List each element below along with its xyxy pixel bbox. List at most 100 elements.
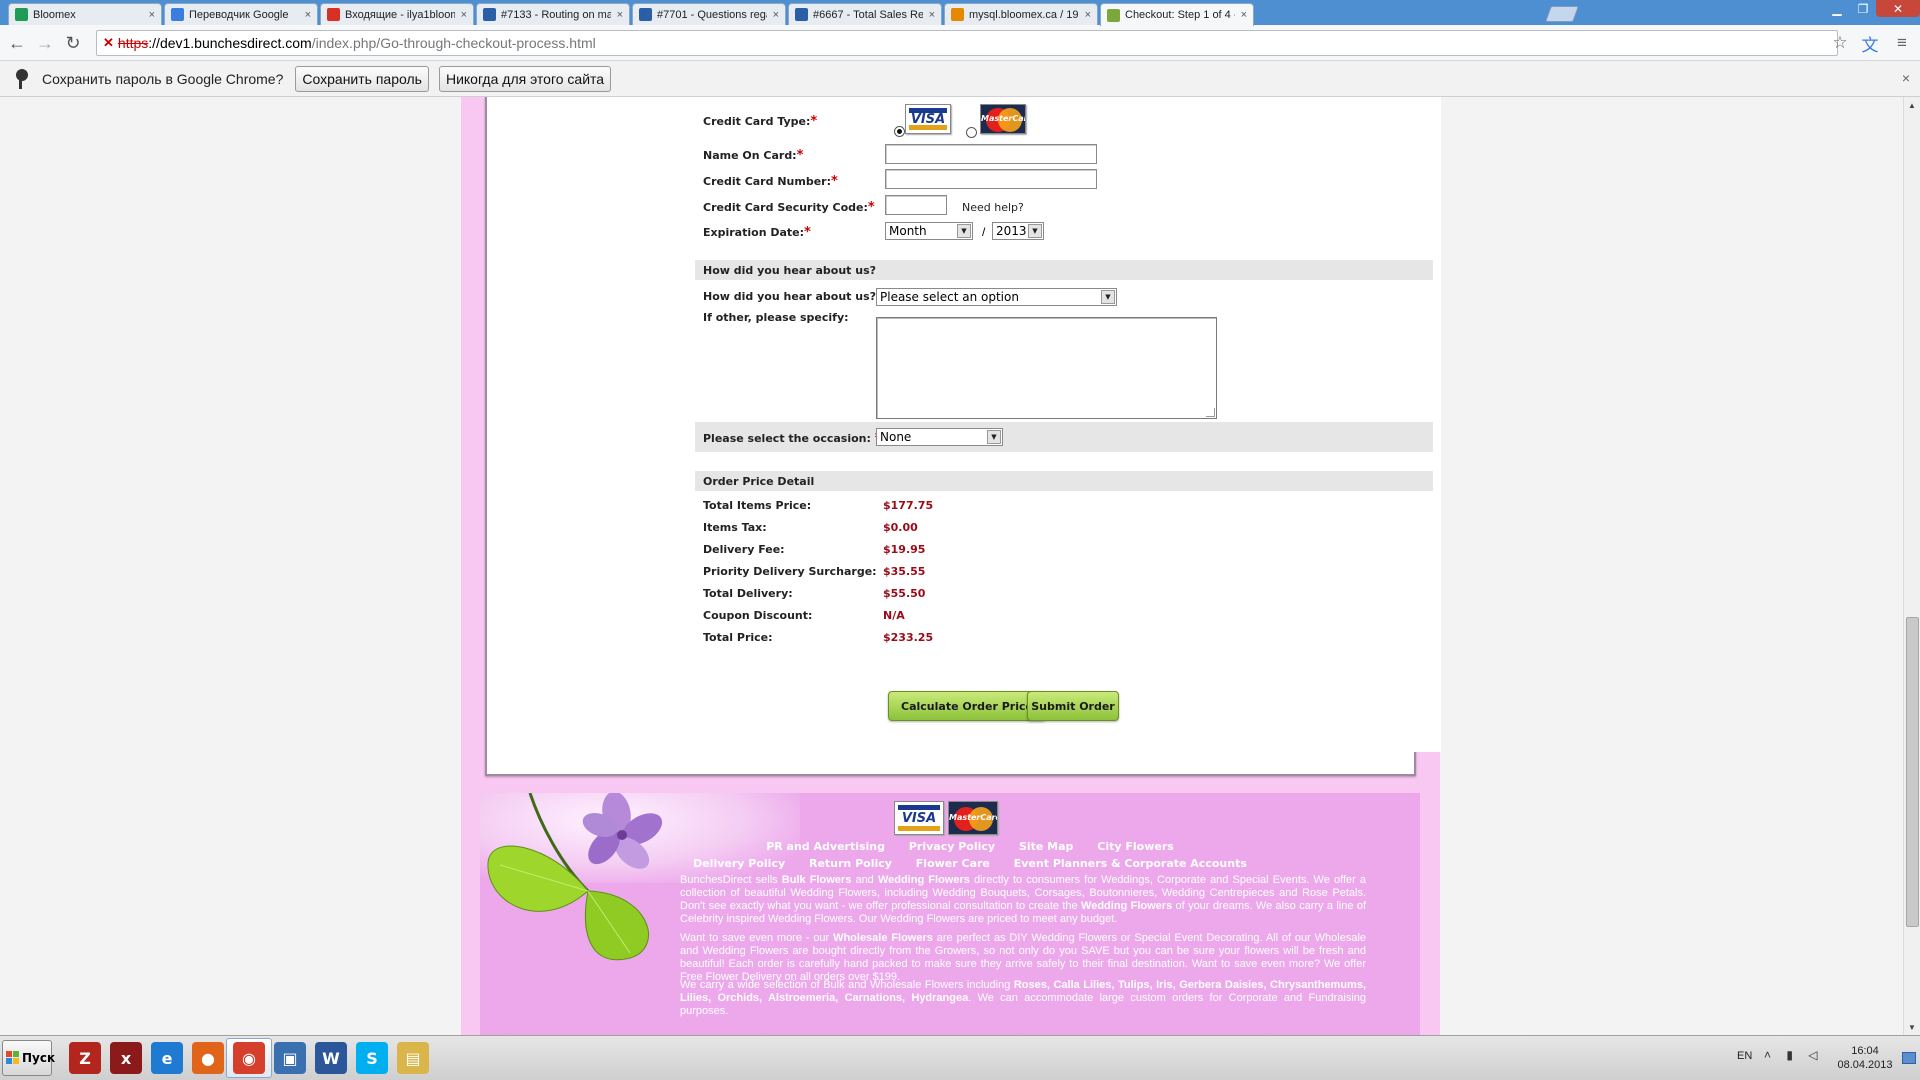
vertical-scrollbar[interactable]: ▲ ▼ (1903, 97, 1920, 1035)
url-path: /index.php/Go-through-checkout-process.h… (311, 35, 596, 51)
translate-icon[interactable]: 文 (1860, 33, 1880, 55)
price-value-total-delivery: $55.50 (883, 587, 926, 600)
hear-question-label: How did you hear about us?: (703, 290, 881, 303)
new-tab-button[interactable] (1545, 6, 1579, 22)
taskbar-app[interactable]: ▣ (267, 1038, 313, 1078)
tab-close-icon[interactable]: × (1085, 9, 1091, 21)
submit-order-button[interactable]: Submit Order (1027, 691, 1119, 721)
taskbar-app[interactable]: ◉ (226, 1038, 272, 1078)
expiration-year-select[interactable]: 2013 ▼ (992, 222, 1044, 240)
footer-link-delivery-policy[interactable]: Delivery Policy (693, 857, 785, 870)
tab-close-icon[interactable]: × (773, 9, 779, 21)
skype-icon: S (356, 1042, 388, 1074)
mastercard-radio[interactable] (966, 127, 977, 138)
tab-close-icon[interactable]: × (149, 9, 155, 21)
price-value-items: $177.75 (883, 499, 934, 512)
card-number-label: Credit Card Number:* (703, 174, 838, 189)
footer-link-return-policy[interactable]: Return Policy (809, 857, 892, 870)
show-desktop-button[interactable] (1902, 1052, 1916, 1064)
footer-link-sitemap[interactable]: Site Map (1019, 840, 1073, 853)
infobar-message: Сохранить пароль в Google Chrome? (42, 70, 284, 87)
phpmyadmin-icon (951, 8, 964, 21)
language-indicator[interactable]: EN (1737, 1050, 1752, 1062)
chevron-down-icon: ▼ (957, 224, 971, 238)
virtualbox-icon: ▣ (274, 1042, 306, 1074)
scroll-up-icon[interactable]: ▲ (1904, 97, 1920, 113)
clock[interactable]: 16:04 08.04.2013 (1820, 1044, 1910, 1072)
url-separator: :// (148, 35, 160, 51)
visa-radio[interactable] (894, 126, 905, 137)
filezilla-icon: Z (69, 1042, 101, 1074)
taskbar-app[interactable]: S (349, 1038, 395, 1078)
tab-title: Bloomex (33, 8, 76, 21)
tab-title: Входящие - ilya1bloomex@gmail (345, 8, 455, 21)
tray-icons[interactable]: ˄ ▮ ◁ (1764, 1048, 1824, 1062)
checkout-panel: Credit Card Type:* VISA MasterCard Name … (485, 97, 1441, 776)
taskbar-app[interactable]: Z (62, 1038, 108, 1078)
price-value-tax: $0.00 (883, 521, 918, 534)
footer-link-pr[interactable]: PR and Advertising (766, 840, 885, 853)
browser-tab[interactable]: #7701 - Questions regarding × (632, 3, 786, 25)
taskbar-app[interactable]: x (103, 1038, 149, 1078)
name-on-card-input[interactable] (885, 144, 1097, 164)
tab-close-icon[interactable]: × (617, 9, 623, 21)
address-bar[interactable]: ✕ https://dev1.bunchesdirect.com/index.p… (96, 30, 1838, 56)
name-on-card-label: Name On Card:* (703, 148, 804, 163)
need-help-link[interactable]: Need help? (962, 201, 1024, 214)
maximize-button[interactable]: ❐ (1850, 0, 1876, 17)
footer-link-flower-care[interactable]: Flower Care (916, 857, 990, 870)
page-viewport: Credit Card Type:* VISA MasterCard Name … (0, 97, 1903, 1035)
tab-title: Переводчик Google (189, 8, 289, 21)
expiration-month-select[interactable]: Month ▼ (885, 222, 973, 240)
browser-tab[interactable]: Переводчик Google × (164, 3, 318, 25)
tab-strip: Bloomex × Переводчик Google × Входящие - ily… (0, 0, 1920, 26)
tab-close-icon[interactable]: × (929, 9, 935, 21)
taskbar-app[interactable]: ● (185, 1038, 231, 1078)
card-number-input[interactable] (885, 169, 1097, 189)
visa-card-icon: VISA (894, 801, 944, 835)
browser-tab[interactable]: #6667 - Total Sales Report (× (788, 3, 942, 25)
browser-tab[interactable]: #7133 - Routing on maps for × (476, 3, 630, 25)
tab-close-icon[interactable]: × (305, 9, 311, 21)
browser-tab[interactable]: mysql.bloomex.ca / 192.168 × (944, 3, 1098, 25)
browser-toolbar: ← → ↻ ✕ https://dev1.bunchesdirect.com/i… (0, 25, 1920, 61)
never-save-button[interactable]: Никогда для этого сайта (438, 65, 612, 92)
scrollbar-thumb[interactable] (1906, 617, 1919, 927)
chevron-down-icon: ▼ (1101, 290, 1115, 304)
tab-close-icon[interactable]: × (1241, 9, 1247, 21)
price-value-total: $233.25 (883, 631, 934, 644)
footer-link-privacy[interactable]: Privacy Policy (909, 840, 995, 853)
footer-link-city-flowers[interactable]: City Flowers (1097, 840, 1174, 853)
price-section-header: Order Price Detail (695, 471, 1433, 491)
browser-tab[interactable]: Bloomex × (8, 3, 162, 25)
menu-icon[interactable]: ≡ (1892, 33, 1912, 53)
occasion-select[interactable]: None ▼ (876, 428, 1003, 446)
other-specify-label: If other, please specify: (703, 311, 849, 324)
forward-button[interactable]: → (34, 32, 56, 54)
taskbar-app[interactable]: ▤ (390, 1038, 436, 1078)
start-button[interactable]: Пуск (2, 1040, 55, 1076)
browser-tab[interactable]: Checkout: Step 1 of 4 - Secu × (1100, 3, 1254, 26)
bookmark-star-icon[interactable]: ☆ (1830, 33, 1850, 53)
close-icon[interactable]: × (1902, 70, 1910, 86)
other-specify-textarea[interactable] (876, 317, 1217, 419)
price-value-delivery-fee: $19.95 (883, 543, 926, 556)
save-password-button[interactable]: Сохранить пароль (295, 65, 429, 92)
scroll-down-icon[interactable]: ▼ (1904, 1019, 1920, 1035)
tab-close-icon[interactable]: × (461, 9, 467, 21)
security-code-input[interactable] (885, 195, 947, 215)
taskbar-app[interactable]: W (308, 1038, 354, 1078)
reload-button[interactable]: ↻ (62, 32, 84, 54)
tab-title: #7701 - Questions regarding (657, 8, 767, 21)
footer-link-event-planners[interactable]: Event Planners & Corporate Accounts (1014, 857, 1247, 870)
calculate-order-price-button[interactable]: Calculate Order Price (888, 691, 1046, 721)
hear-select[interactable]: Please select an option ▼ (876, 288, 1117, 306)
back-button[interactable]: ← (6, 32, 28, 54)
close-window-button[interactable]: ✕ (1876, 0, 1920, 17)
taskbar-app[interactable]: e (144, 1038, 190, 1078)
insecure-icon: ✕ (103, 35, 114, 50)
browser-tab[interactable]: Входящие - ilya1bloomex@gmail × (320, 3, 474, 25)
minimize-button[interactable]: ▁ (1824, 0, 1850, 17)
e-icon (795, 8, 808, 21)
checkout-form: Credit Card Type:* VISA MasterCard Name … (689, 97, 1441, 752)
